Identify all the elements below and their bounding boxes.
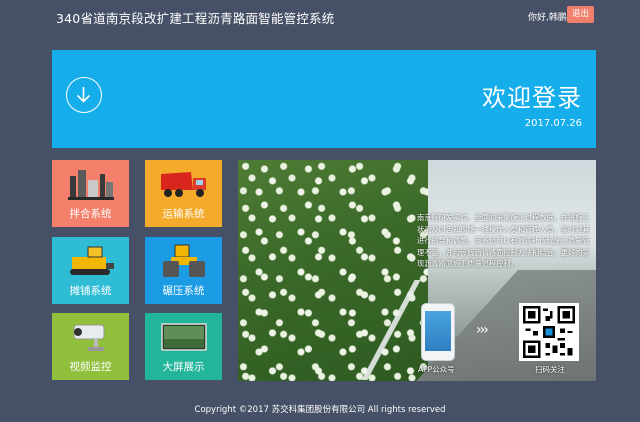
dump-truck-icon [159, 166, 209, 202]
photo-caption: 南京院研发实时、全面的采集施工过程数据，并将施工状况及时告知现场一线操作人员和管… [417, 213, 590, 268]
paver-icon [66, 243, 116, 279]
tile-big-screen[interactable]: 大屏展示 [145, 313, 222, 380]
qr-code-icon [519, 303, 579, 361]
road-roller-icon [159, 243, 209, 279]
cctv-camera-icon [66, 319, 116, 355]
footer-copyright: Copyright ©2017 苏交科集团股份有限公司 All rights r… [194, 405, 446, 415]
welcome-date: 2017.07.26 [524, 118, 582, 129]
scan-label: 扫码关注 [535, 365, 565, 374]
tile-label: 视频监控 [69, 361, 112, 373]
app-label: APP公众号 [418, 365, 455, 374]
tile-label: 运输系统 [162, 208, 205, 220]
tile-mixing-system[interactable]: 拌合系统 [52, 160, 129, 227]
tile-label: 大屏展示 [162, 361, 205, 373]
tile-transport-system[interactable]: 运输系统 [145, 160, 222, 227]
phone-app-icon[interactable] [421, 303, 455, 361]
tile-label: 摊铺系统 [69, 285, 112, 297]
header: 340省道南京段改扩建工程沥青路面智能管控系统 你好,韩鹏 退出 [0, 0, 640, 34]
tile-label: 拌合系统 [69, 208, 112, 220]
download-circle-icon[interactable] [66, 77, 102, 113]
tile-video-monitoring[interactable]: 视频监控 [52, 313, 129, 380]
user-greeting: 你好,韩鹏 [528, 13, 567, 23]
hero-photo: 南京院研发实时、全面的采集施工过程数据，并将施工状况及时告知现场一线操作人员和管… [238, 160, 596, 381]
welcome-title: 欢迎登录 [482, 84, 582, 112]
tile-paving-system[interactable]: 摊铺系统 [52, 237, 129, 304]
tile-label: 碾压系统 [162, 285, 205, 297]
big-screen-icon [159, 319, 209, 355]
asphalt-plant-icon [66, 166, 116, 202]
logout-button[interactable]: 退出 [567, 6, 594, 23]
welcome-banner: 欢迎登录 2017.07.26 [52, 50, 596, 148]
tile-compaction-system[interactable]: 碾压系统 [145, 237, 222, 304]
app-title: 340省道南京段改扩建工程沥青路面智能管控系统 [56, 11, 335, 26]
chevrons-right-icon: ››› [476, 322, 489, 338]
